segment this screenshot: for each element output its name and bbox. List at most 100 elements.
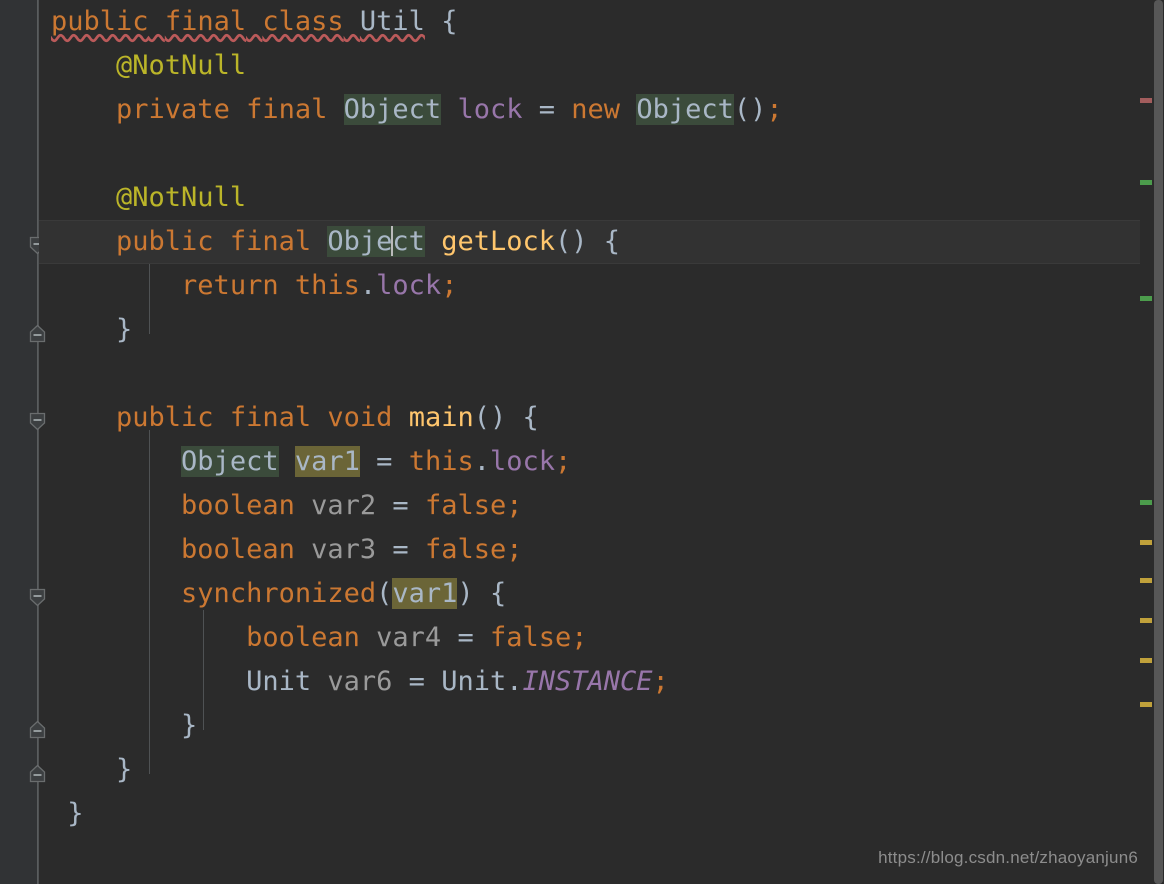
token-keyword: false	[424, 490, 507, 521]
token-keyword: final	[229, 402, 312, 433]
token-operator: =	[408, 666, 425, 697]
token-keyword: this	[294, 270, 360, 301]
token-field: lock	[489, 446, 556, 477]
token-method-name: getLock	[441, 226, 555, 257]
watermark-text: https://blog.csdn.net/zhaoyanjun6	[878, 848, 1138, 867]
token-annotation: @NotNull	[116, 182, 247, 213]
token-keyword: boolean	[181, 490, 295, 521]
token-local-variable: var1	[392, 578, 458, 609]
token-brace: }	[181, 710, 198, 741]
token-semicolon: ;	[571, 622, 588, 653]
code-line-blank[interactable]	[39, 132, 1140, 176]
token-keyword: boolean	[246, 622, 360, 653]
token-keyword: this	[408, 446, 474, 477]
code-line[interactable]: @NotNull	[39, 176, 1140, 220]
fold-rail	[37, 420, 38, 596]
code-content[interactable]: public final class Util { @NotNull priva…	[39, 0, 1140, 884]
token-brace: {	[603, 226, 621, 257]
fold-rail	[37, 244, 38, 332]
stripe-mark-warning[interactable]	[1140, 618, 1152, 623]
token-keyword: private	[116, 94, 230, 125]
token-semicolon: ;	[766, 94, 783, 125]
fold-rail	[37, 0, 38, 244]
code-line[interactable]: }	[39, 704, 1140, 748]
token-class-name: Unit	[246, 666, 312, 697]
code-line[interactable]: boolean var2 = false;	[39, 484, 1140, 528]
token-keyword: boolean	[181, 534, 295, 565]
token-operator: =	[376, 446, 393, 477]
code-line[interactable]: }	[39, 308, 1140, 352]
token-annotation: @NotNull	[116, 50, 247, 81]
error-stripe-margin[interactable]	[1140, 0, 1152, 884]
code-line[interactable]: private final Object lock = new Object()…	[39, 88, 1140, 132]
token-class-name: Unit	[441, 666, 507, 697]
token-brace: {	[489, 578, 507, 609]
code-line[interactable]: synchronized(var1) {	[39, 572, 1140, 616]
token-paren: )	[457, 578, 474, 609]
token-keyword: public	[116, 402, 214, 433]
token-brace: }	[67, 798, 84, 829]
code-line[interactable]: @NotNull	[39, 44, 1140, 88]
token-semicolon: ;	[555, 446, 572, 477]
vertical-scrollbar-track[interactable]	[1152, 0, 1164, 884]
token-keyword: final	[229, 226, 312, 257]
code-line[interactable]: public final class Util {	[39, 0, 1140, 44]
token-semicolon: ;	[506, 534, 523, 565]
token-operator: =	[538, 94, 556, 125]
token-keyword: return	[181, 270, 279, 301]
token-operator: =	[457, 622, 474, 653]
token-local-variable: var1	[294, 446, 360, 477]
editor-gutter[interactable]	[0, 0, 38, 884]
token-brace: }	[116, 314, 133, 345]
stripe-mark-ok[interactable]	[1140, 180, 1152, 185]
code-line[interactable]: boolean var3 = false;	[39, 528, 1140, 572]
stripe-mark-warning[interactable]	[1140, 540, 1152, 545]
token-brace: }	[116, 754, 133, 785]
token-keyword: false	[424, 534, 507, 565]
code-line[interactable]: return this.lock;	[39, 264, 1140, 308]
token-operator: =	[392, 534, 409, 565]
token-dot: .	[473, 446, 490, 477]
token-class-name: Object	[636, 94, 734, 125]
code-line-blank[interactable]	[39, 352, 1140, 396]
token-local-variable: var3	[311, 534, 377, 565]
stripe-mark-warning[interactable]	[1140, 658, 1152, 663]
stripe-mark-ok[interactable]	[1140, 296, 1152, 301]
token-field: lock	[457, 94, 523, 125]
token-class-name: Object	[343, 94, 442, 125]
stripe-mark-warning[interactable]	[1140, 702, 1152, 707]
fold-rail	[37, 772, 38, 884]
token-keyword: synchronized	[181, 578, 377, 609]
token-brace: {	[441, 6, 458, 37]
token-local-variable: var6	[327, 666, 393, 697]
code-line[interactable]: Unit var6 = Unit.INSTANCE;	[39, 660, 1140, 704]
token-dot: .	[506, 666, 523, 697]
vertical-scrollbar-thumb[interactable]	[1154, 0, 1163, 884]
token-local-variable: var4	[376, 622, 442, 653]
token-method-name: main	[408, 402, 474, 433]
fold-rail	[37, 596, 38, 732]
code-line[interactable]: boolean var4 = false;	[39, 616, 1140, 660]
token-class-name: Object	[327, 226, 425, 257]
token-keyword: final	[246, 94, 328, 125]
code-line-current[interactable]: public final Object getLock() {	[39, 220, 1140, 264]
token-semicolon: ;	[441, 270, 458, 301]
token-field: lock	[376, 270, 442, 301]
stripe-mark-warning[interactable]	[1140, 578, 1152, 583]
token-paren: (	[376, 578, 393, 609]
code-line[interactable]: Object var1 = this.lock;	[39, 440, 1140, 484]
token-class-name: Object	[181, 446, 279, 477]
stripe-mark-ok[interactable]	[1140, 500, 1152, 505]
token-static-field: INSTANCE	[522, 666, 653, 697]
token-keyword: false	[489, 622, 572, 653]
stripe-mark-error[interactable]	[1140, 98, 1152, 103]
token-keyword: class	[262, 6, 344, 37]
code-line[interactable]: public final void main() {	[39, 396, 1140, 440]
code-editor[interactable]: public final class Util { @NotNull priva…	[0, 0, 1164, 884]
token-keyword: void	[327, 402, 393, 433]
code-line[interactable]: }	[39, 792, 1140, 836]
token-keyword: final	[164, 6, 247, 37]
token-keyword: public	[51, 6, 149, 37]
token-semicolon: ;	[652, 666, 669, 697]
code-line[interactable]: }	[39, 748, 1140, 792]
